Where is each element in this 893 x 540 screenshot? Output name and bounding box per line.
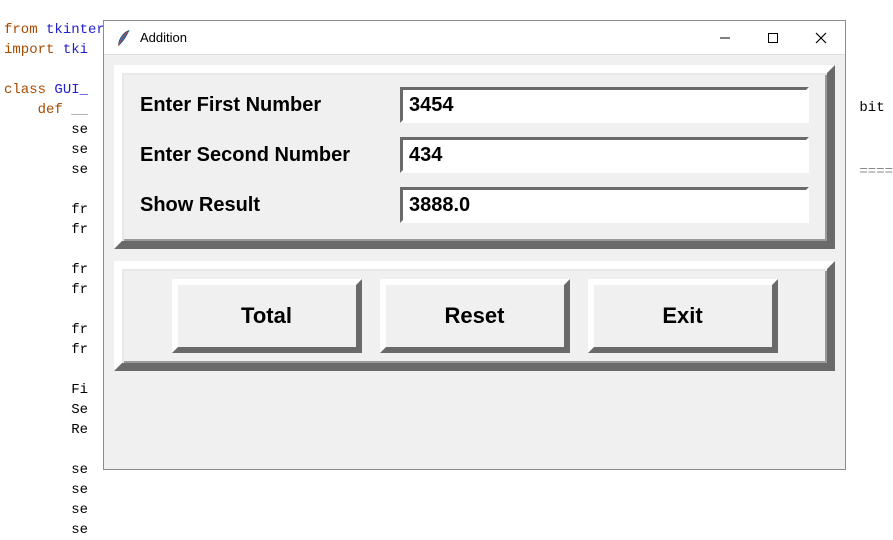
second-number-row: Enter Second Number [140,137,809,173]
second-number-label: Enter Second Number [140,144,400,167]
reset-button[interactable]: Reset [380,279,570,353]
window-title: Addition [140,30,187,45]
button-frame: Total Reset Exit [114,261,835,371]
second-number-input[interactable] [400,137,809,173]
close-button[interactable] [797,21,845,55]
first-number-label: Enter First Number [140,94,400,117]
titlebar[interactable]: Addition [104,21,845,55]
result-row: Show Result [140,187,809,223]
input-frame: Enter First Number Enter Second Number S… [114,65,835,249]
exit-button[interactable]: Exit [588,279,778,353]
maximize-button[interactable] [749,21,797,55]
minimize-button[interactable] [701,21,749,55]
code-right-fragment: bit ==== [859,100,893,180]
client-area: Enter First Number Enter Second Number S… [104,55,845,381]
addition-window: Addition Enter First Number Enter Second… [103,20,846,470]
first-number-row: Enter First Number [140,87,809,123]
result-output[interactable] [400,187,809,223]
total-button[interactable]: Total [172,279,362,353]
first-number-input[interactable] [400,87,809,123]
tk-feather-icon [114,29,132,47]
result-label: Show Result [140,194,400,217]
